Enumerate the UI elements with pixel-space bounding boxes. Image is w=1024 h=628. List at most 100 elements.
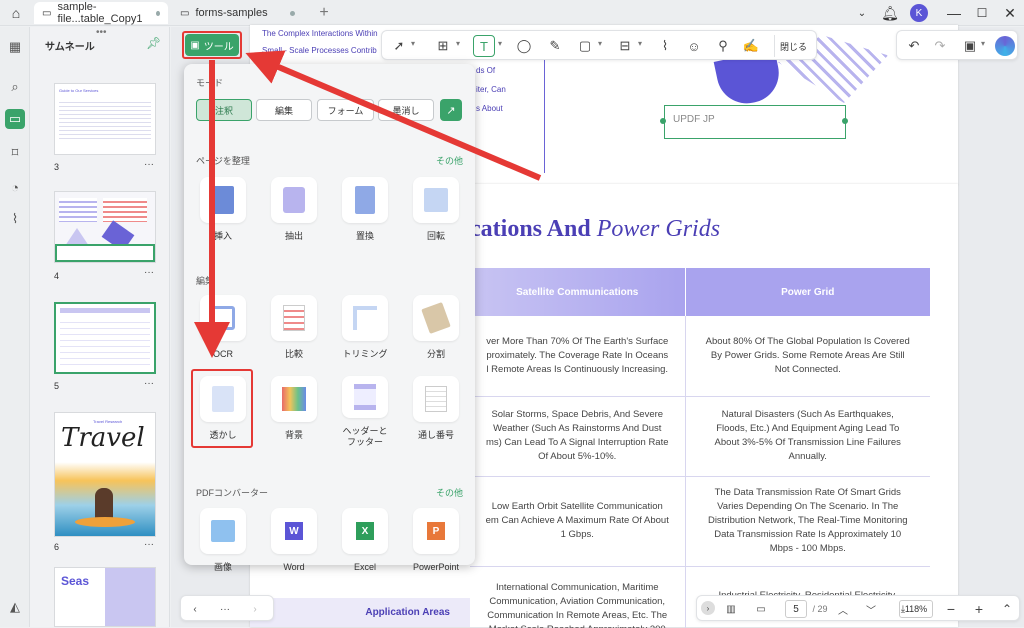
sticker-icon[interactable]: ☺ bbox=[683, 35, 705, 57]
stamp-icon[interactable]: ⚲ bbox=[712, 35, 734, 57]
resize-handle[interactable] bbox=[660, 118, 666, 124]
chevron-down-icon[interactable]: ▾ bbox=[498, 39, 502, 48]
convert-excel-tool[interactable]: X Excel bbox=[335, 508, 395, 580]
search-icon[interactable]: ⌕ bbox=[5, 77, 25, 97]
pin-icon[interactable]: 📌︎ bbox=[146, 36, 161, 50]
convert-powerpoint-tool[interactable]: P PowerPoint bbox=[406, 508, 466, 580]
converter-more-link[interactable]: その他 bbox=[436, 486, 463, 499]
zoom-in-icon[interactable]: + bbox=[969, 599, 989, 619]
attachment-icon[interactable]: ⌇ bbox=[5, 209, 25, 229]
close-window-icon[interactable]: ✕ bbox=[996, 0, 1024, 26]
thumbnail-page-6[interactable]: Travel Research Travel bbox=[54, 412, 156, 537]
chevron-right-icon[interactable]: › bbox=[245, 599, 265, 619]
mode-annotate-button[interactable]: 注釈 bbox=[196, 99, 252, 121]
convert-word-tool[interactable]: W Word bbox=[264, 508, 324, 580]
page-heading: cations And Power Grids bbox=[470, 216, 720, 243]
chevron-down-icon[interactable]: ▾ bbox=[598, 39, 602, 48]
save-icon[interactable]: ▣ bbox=[959, 35, 981, 57]
maximize-icon[interactable]: ☐ bbox=[968, 0, 996, 26]
presentation-icon[interactable]: ▭ bbox=[751, 599, 771, 619]
comments-icon[interactable]: ◔ bbox=[5, 177, 25, 197]
ai-icon[interactable] bbox=[995, 36, 1015, 56]
chevron-up-icon[interactable]: ︿ bbox=[833, 599, 853, 619]
undo-icon[interactable]: ↶ bbox=[903, 35, 925, 57]
user-avatar[interactable]: K bbox=[910, 4, 928, 22]
minimize-icon[interactable]: — bbox=[940, 0, 968, 26]
signature-icon[interactable]: ✍ bbox=[740, 35, 762, 57]
comment-icon[interactable]: ◯ bbox=[513, 35, 535, 57]
insert-tool[interactable]: 挿入 bbox=[193, 177, 253, 249]
thumbnail-content bbox=[59, 99, 151, 139]
extract-tool[interactable]: 抽出 bbox=[264, 177, 324, 249]
ocr-tool[interactable]: OCR bbox=[193, 295, 253, 367]
thumbnail-number: 5 bbox=[54, 381, 60, 391]
select-cursor-icon[interactable]: ➚ bbox=[388, 35, 410, 57]
rotate-tool[interactable]: 回転 bbox=[406, 177, 466, 249]
notification-bell-icon[interactable]: 🔔︎ bbox=[876, 0, 904, 26]
organize-more-link[interactable]: その他 bbox=[436, 154, 463, 167]
chevron-down-icon[interactable]: ▾ bbox=[981, 39, 985, 48]
bates-number-tool[interactable]: 通し番号 bbox=[406, 376, 466, 448]
chevron-down-icon[interactable]: ⌄ bbox=[848, 0, 876, 26]
apps-grid-icon[interactable]: ▦ bbox=[5, 37, 25, 57]
text-tool-icon[interactable]: T bbox=[473, 35, 495, 57]
header-footer-tool[interactable]: ヘッダーと フッター bbox=[335, 376, 395, 448]
ai-assistant-icon[interactable]: ◭ bbox=[5, 597, 25, 617]
word-file-icon: W bbox=[271, 508, 317, 554]
more-icon[interactable]: ··· bbox=[215, 599, 235, 619]
more-options-icon[interactable]: ··· bbox=[144, 539, 154, 550]
redo-icon[interactable]: ↷ bbox=[929, 35, 951, 57]
drag-handle[interactable]: ••• bbox=[96, 27, 107, 38]
zoom-level-input[interactable]: 118% bbox=[899, 600, 933, 618]
page-layout-icon[interactable]: ▥ bbox=[721, 599, 741, 619]
mode-redact-button[interactable]: 墨消し bbox=[378, 99, 434, 121]
document-icon: ▭ bbox=[180, 7, 190, 19]
open-external-icon[interactable]: ↗ bbox=[440, 99, 462, 121]
chevron-down-icon[interactable]: ▾ bbox=[638, 39, 642, 48]
thumbnail-page-4[interactable] bbox=[54, 191, 156, 263]
background-tool[interactable]: 背景 bbox=[264, 376, 324, 448]
tab-document-1[interactable]: ▭ sample-file...table_Copy1 bbox=[34, 1, 168, 25]
thumbnail-page-5[interactable] bbox=[54, 302, 156, 374]
more-options-icon[interactable]: ··· bbox=[144, 159, 154, 170]
convert-image-tool[interactable]: 画像 bbox=[193, 508, 253, 580]
tools-button[interactable]: ▣ ツール bbox=[185, 34, 239, 56]
form-text-field[interactable]: UPDF JP bbox=[664, 105, 846, 139]
split-tool[interactable]: 分割 bbox=[406, 295, 466, 367]
collapse-icon[interactable]: › bbox=[701, 601, 715, 615]
tab-document-2[interactable]: ▭ forms-samples bbox=[172, 2, 308, 24]
mode-edit-button[interactable]: 編集 bbox=[256, 99, 312, 121]
chevron-down-icon[interactable]: ▾ bbox=[411, 39, 415, 48]
compare-tool[interactable]: 比較 bbox=[264, 295, 324, 367]
thumbnails-icon[interactable]: ▭ bbox=[5, 109, 25, 129]
mode-form-button[interactable]: フォーム bbox=[317, 99, 374, 121]
page-number-input[interactable]: 5 bbox=[785, 600, 807, 618]
page-text-line: The Complex Interactions Within bbox=[262, 29, 378, 38]
attachment-icon[interactable]: ⌇ bbox=[654, 35, 676, 57]
measure-icon[interactable]: ⊟ bbox=[614, 35, 636, 57]
highlighter-icon[interactable]: ✎ bbox=[544, 35, 566, 57]
thumbnail-page-3[interactable]: Guide to Our Services bbox=[54, 83, 156, 155]
rectangle-icon[interactable]: ▢ bbox=[574, 35, 596, 57]
watermark-tool[interactable]: 透かし bbox=[193, 376, 253, 448]
thumbnail-title: Seas bbox=[61, 574, 90, 588]
resize-handle[interactable] bbox=[842, 118, 848, 124]
chevron-left-icon[interactable]: ‹ bbox=[185, 599, 205, 619]
close-toolbar-button[interactable]: 閉じる bbox=[774, 35, 812, 57]
replace-page-icon bbox=[342, 177, 388, 223]
bookmark-icon[interactable]: ⌑ bbox=[5, 143, 25, 163]
more-options-icon[interactable]: ··· bbox=[144, 267, 154, 278]
crop-tool[interactable]: トリミング bbox=[335, 295, 395, 367]
chevron-down-icon[interactable]: ▾ bbox=[456, 39, 460, 48]
collapse-toolbar-icon[interactable]: ⌃ bbox=[997, 599, 1017, 619]
replace-tool[interactable]: 置換 bbox=[335, 177, 395, 249]
tool-label: 画像 bbox=[213, 562, 232, 572]
chevron-down-icon[interactable]: ﹀ bbox=[861, 599, 881, 619]
thumbnail-page-7[interactable]: Seas bbox=[54, 567, 156, 627]
zoom-out-icon[interactable]: − bbox=[941, 599, 961, 619]
more-options-icon[interactable]: ··· bbox=[144, 378, 154, 389]
text-box-icon[interactable]: ⊞ bbox=[432, 35, 454, 57]
tool-label: 透かし bbox=[209, 430, 237, 440]
new-tab-icon[interactable]: + bbox=[310, 0, 338, 26]
home-icon[interactable]: ⌂ bbox=[2, 0, 30, 26]
